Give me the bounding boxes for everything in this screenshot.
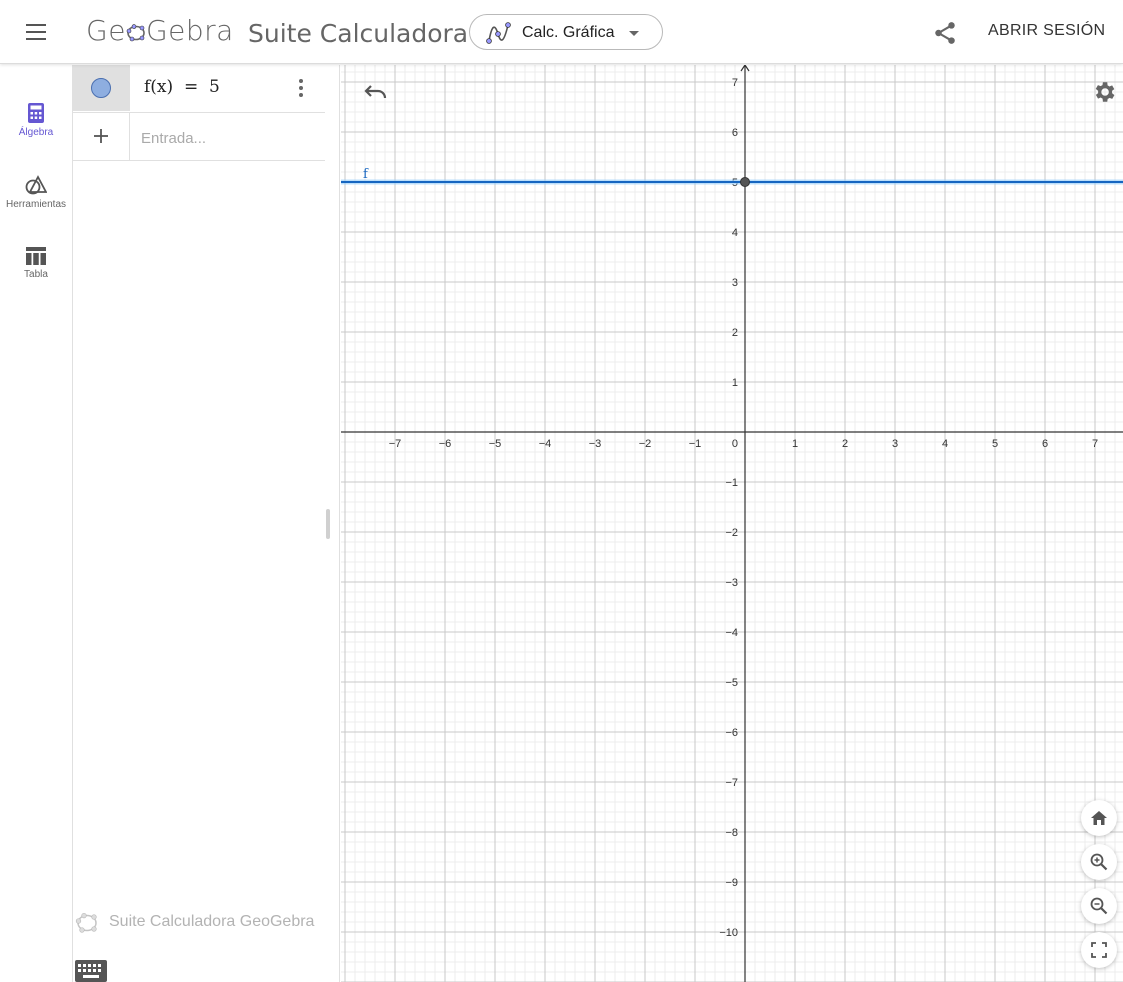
x-tick-label: −4 — [539, 438, 552, 450]
y-tick-label: 4 — [732, 227, 738, 239]
graphics-view[interactable]: −7−6−5−4−3−2−112345677654321−1−2−3−4−5−6… — [341, 65, 1123, 982]
y-tick-label: −5 — [725, 677, 738, 689]
algebra-input[interactable] — [141, 127, 311, 149]
panel-resize-handle[interactable] — [326, 509, 330, 539]
nav-item-table[interactable]: Tabla — [0, 247, 72, 307]
x-tick-label: −7 — [389, 438, 402, 450]
geogebra-logo: Ge Gebra — [86, 14, 234, 47]
table-icon — [26, 247, 46, 265]
logo-o-icon — [126, 24, 145, 42]
visibility-toggle[interactable] — [73, 65, 130, 111]
nav-label-algebra: Álgebra — [18, 127, 54, 138]
home-icon — [1091, 811, 1107, 825]
x-tick-label: −1 — [689, 438, 702, 450]
y-tick-label: −10 — [719, 927, 738, 939]
x-tick-label: 1 — [792, 438, 798, 450]
nav-item-tools[interactable]: Herramientas — [0, 175, 72, 235]
y-tick-label: −2 — [725, 527, 738, 539]
gear-icon[interactable] — [1091, 79, 1117, 105]
add-item-button[interactable] — [73, 113, 130, 161]
y-tick-label: −4 — [725, 627, 738, 639]
fullscreen-icon — [1091, 942, 1107, 958]
menu-icon[interactable] — [18, 20, 54, 44]
app-title: Suite Calculadora — [248, 19, 469, 48]
y-tick-label: −1 — [725, 477, 738, 489]
x-tick-label: 6 — [1042, 438, 1048, 450]
undo-icon[interactable] — [363, 81, 389, 103]
home-button[interactable] — [1081, 800, 1117, 836]
logo-text-pre: Ge — [86, 14, 126, 47]
x-tick-label: −5 — [489, 438, 502, 450]
coordinate-grid[interactable]: −7−6−5−4−3−2−112345677654321−1−2−3−4−5−6… — [341, 65, 1123, 982]
zoom-in-button[interactable] — [1081, 844, 1117, 880]
y-tick-label: 7 — [732, 77, 738, 89]
y-tick-label: 6 — [732, 127, 738, 139]
algebra-item[interactable]: f(x) = 5 — [73, 65, 325, 113]
x-tick-label: −2 — [639, 438, 652, 450]
watermark-text: Suite Calculadora GeoGebra — [109, 913, 315, 930]
algebra-input-row — [73, 113, 325, 161]
y-tick-label: −3 — [725, 577, 738, 589]
keyboard-icon[interactable] — [75, 960, 107, 982]
zoom-out-icon — [1090, 897, 1108, 915]
zoom-out-button[interactable] — [1081, 888, 1117, 924]
algebra-view: f(x) = 5 Suite Calculadora GeoGebra — [72, 65, 340, 982]
x-tick-label: −6 — [439, 438, 452, 450]
app-switcher-label: Calc. Gráfica — [522, 24, 615, 41]
side-navigation: Álgebra Herramientas Tabla — [0, 65, 72, 982]
minor-grid — [341, 65, 1123, 982]
logo-text-post: Gebra — [145, 14, 234, 47]
top-app-bar: Ge Gebra Suite Calculadora Calc. Gráfica … — [0, 0, 1123, 64]
y-tick-label: −9 — [725, 877, 738, 889]
y-tick-label: −7 — [725, 777, 738, 789]
y-tick-label: 3 — [732, 277, 738, 289]
x-tick-label: 3 — [892, 438, 898, 450]
zoom-in-icon — [1090, 853, 1108, 871]
nav-label-tools: Herramientas — [5, 199, 67, 210]
x-tick-label: −3 — [589, 438, 602, 450]
algebra-formula[interactable]: f(x) = 5 — [144, 77, 220, 97]
chevron-down-icon — [629, 31, 639, 36]
fullscreen-button[interactable] — [1081, 932, 1117, 968]
intersection-point[interactable] — [740, 177, 750, 187]
plus-icon — [94, 129, 108, 143]
x-tick-label: 2 — [842, 438, 848, 450]
graphing-app-icon — [486, 22, 511, 44]
calculator-icon — [28, 103, 44, 123]
y-tick-label: −8 — [725, 827, 738, 839]
app-switcher-button[interactable]: Calc. Gráfica — [469, 14, 663, 50]
sign-in-button[interactable]: ABRIR SESIÓN — [988, 22, 1105, 40]
more-vert-icon[interactable] — [291, 77, 311, 99]
nav-label-table: Tabla — [24, 269, 48, 280]
x-tick-label: 7 — [1092, 438, 1098, 450]
nav-item-algebra[interactable]: Álgebra — [0, 103, 72, 163]
origin-label: 0 — [732, 438, 738, 450]
x-tick-label: 5 — [992, 438, 998, 450]
y-tick-label: −6 — [725, 727, 738, 739]
share-icon[interactable] — [932, 20, 958, 46]
marble-icon — [91, 78, 111, 98]
geogebra-watermark-icon — [75, 912, 97, 933]
shapes-icon — [25, 175, 47, 195]
y-tick-label: 1 — [732, 377, 738, 389]
y-tick-label: 2 — [732, 327, 738, 339]
x-tick-label: 4 — [942, 438, 948, 450]
major-grid — [341, 65, 1123, 982]
